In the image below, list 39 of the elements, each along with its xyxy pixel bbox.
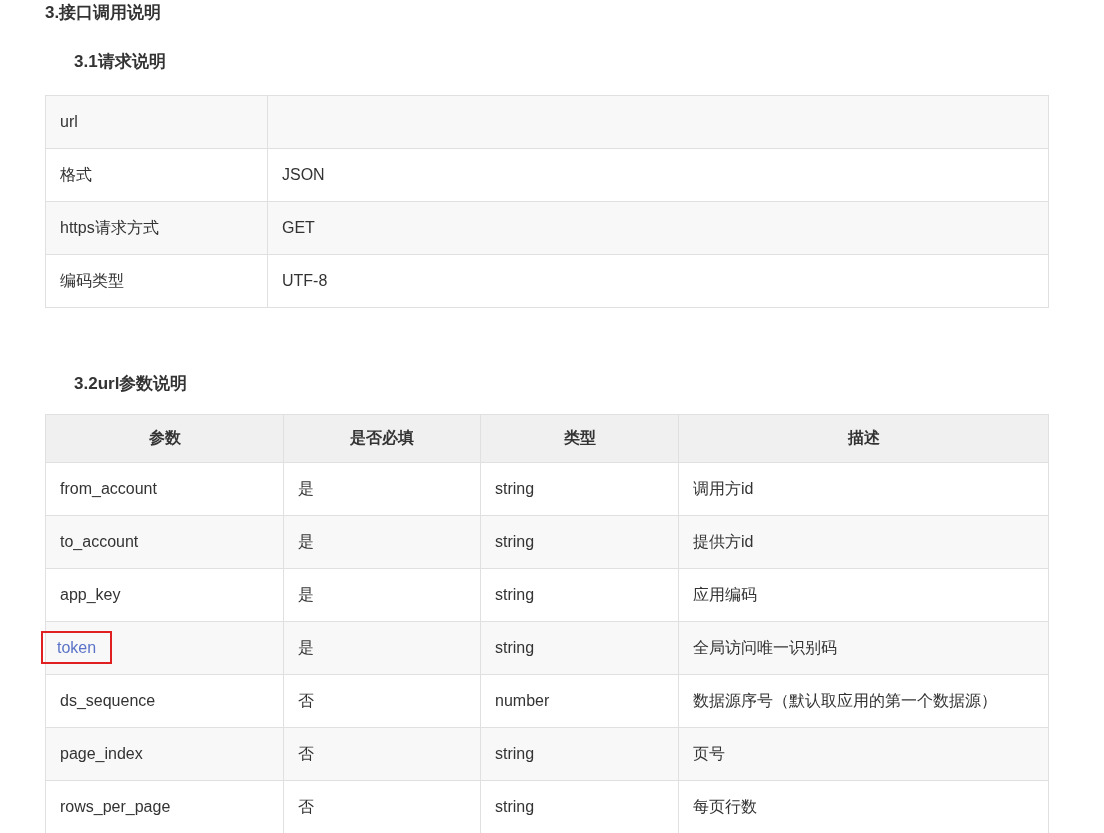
table-cell: 调用方id <box>678 462 1049 516</box>
table-cell: 是 <box>283 568 481 622</box>
table-cell: string <box>480 621 679 675</box>
table-cell: 编码类型 <box>45 254 268 308</box>
table-cell: GET <box>267 201 1049 255</box>
table-cell: 数据源序号（默认取应用的第一个数据源） <box>678 674 1049 728</box>
table-cell: UTF-8 <box>267 254 1049 308</box>
table-cell: string <box>480 462 679 516</box>
column-header: 类型 <box>480 414 679 463</box>
table-cell: 是 <box>283 515 481 569</box>
table-cell: 是 <box>283 462 481 516</box>
table-cell: https请求方式 <box>45 201 268 255</box>
column-header: 参数 <box>45 414 284 463</box>
table-cell: from_account <box>45 462 284 516</box>
table-cell: 格式 <box>45 148 268 202</box>
section-heading: 3.1请求说明 <box>73 51 167 73</box>
table-cell: 页号 <box>678 727 1049 781</box>
table-cell: to_account <box>45 515 284 569</box>
table-cell: JSON <box>267 148 1049 202</box>
table-cell: 否 <box>283 674 481 728</box>
table-cell: app_key <box>45 568 284 622</box>
column-header: 是否必填 <box>283 414 481 463</box>
table-cell: 是 <box>283 621 481 675</box>
table-cell: 全局访问唯一识别码 <box>678 621 1049 675</box>
table-cell: url <box>45 95 268 149</box>
table-cell: string <box>480 727 679 781</box>
table-cell: page_index <box>45 727 284 781</box>
table-cell: 应用编码 <box>678 568 1049 622</box>
table-cell: 否 <box>283 727 481 781</box>
link[interactable]: token <box>43 633 111 662</box>
table-cell: string <box>480 515 679 569</box>
table-cell: 提供方id <box>678 515 1049 569</box>
section-heading: 3.2url参数说明 <box>73 373 189 395</box>
section-title: 3.接口调用说明 <box>45 2 163 24</box>
table-cell: ds_sequence <box>45 674 284 728</box>
column-header: 描述 <box>678 414 1049 463</box>
table-cell: rows_per_page <box>45 780 284 833</box>
table-cell: number <box>480 674 679 728</box>
table-cell: string <box>480 568 679 622</box>
